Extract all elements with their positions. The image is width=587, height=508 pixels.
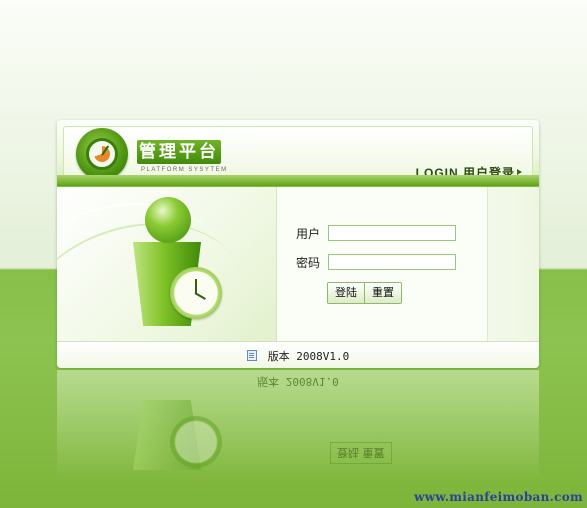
reflection-clock: [170, 416, 222, 468]
gauge-logo-icon: [76, 128, 128, 180]
login-form: 用户 密码 登陆 重置: [277, 187, 487, 341]
brand-subtitle: PLATFORM SYSYTEM: [141, 167, 228, 173]
triangle-right-icon: [517, 169, 522, 175]
version-bar: 版本 2008V1.0: [57, 341, 539, 368]
reflection-version-text: 版本 2008V1.0: [257, 375, 339, 388]
username-label: 用户: [296, 227, 321, 241]
panel-reflection: 版本 2008V1.0 登陆 重置: [57, 370, 539, 480]
right-decor-strip: [487, 187, 539, 341]
login-button[interactable]: 登陆: [328, 283, 364, 303]
reflection-reset: 重置: [362, 446, 385, 459]
panel-header: 管理平台 PLATFORM SYSYTEM LOGIN 用户登录: [57, 120, 539, 187]
login-panel: 管理平台 PLATFORM SYSYTEM LOGIN 用户登录 用户 密码 登…: [57, 120, 539, 368]
illustration-area: [57, 187, 277, 341]
reset-button[interactable]: 重置: [364, 283, 401, 303]
user-head-icon: [145, 197, 191, 243]
form-buttons: 登陆 重置: [327, 282, 402, 304]
reflection-illustration: [133, 400, 201, 470]
clock-icon: [170, 267, 222, 319]
watermark-text: www.mianfeimoban.com: [414, 490, 583, 504]
brand-title: 管理平台: [137, 140, 221, 164]
document-icon: [246, 350, 257, 361]
password-input[interactable]: [328, 254, 456, 270]
reflection-buttons: 登陆 重置: [330, 442, 392, 464]
username-input[interactable]: [328, 225, 456, 241]
login-heading: LOGIN 用户登录: [415, 166, 515, 180]
password-label: 密码: [296, 256, 321, 270]
reflection-bg: [57, 370, 539, 480]
version-text: 版本 2008V1.0: [267, 349, 350, 363]
reflection-login: 登陆: [337, 446, 359, 459]
